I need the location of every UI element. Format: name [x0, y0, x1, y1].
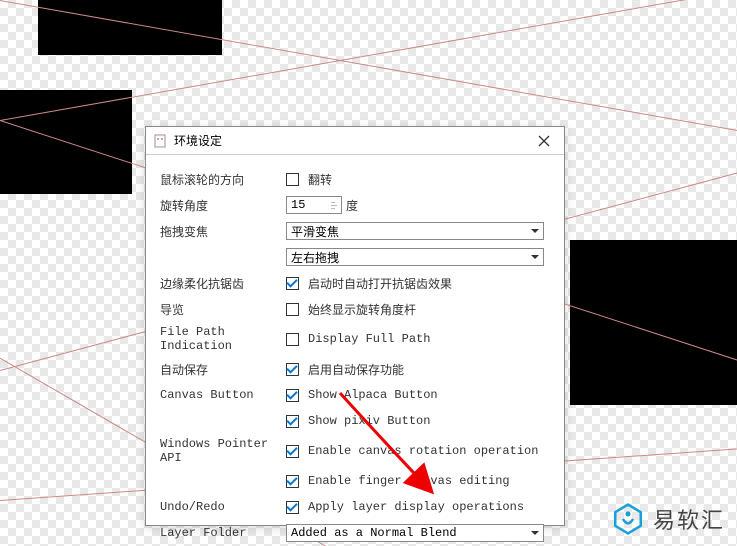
navi-label: 导览 — [156, 301, 286, 318]
dragzoom-label: 拖拽变焦 — [156, 223, 286, 240]
antialias-text: 启动时自动打开抗锯齿效果 — [308, 275, 452, 292]
antialias-label: 边缘柔化抗锯齿 — [156, 275, 286, 292]
rotation-text: Enable canvas rotation operation — [308, 444, 538, 458]
close-button[interactable] — [528, 129, 560, 153]
rotate-angle-input[interactable]: 15 — [286, 196, 342, 214]
undoredo-checkbox[interactable] — [286, 501, 299, 514]
filepath-checkbox[interactable] — [286, 333, 299, 346]
rotation-checkbox[interactable] — [286, 445, 299, 458]
autosave-checkbox[interactable] — [286, 363, 299, 376]
rotate-label: 旋转角度 — [156, 197, 286, 214]
rotate-unit: 度 — [346, 197, 358, 214]
layerfolder-select[interactable]: Added as a Normal Blend — [286, 524, 544, 542]
dialog-body: 鼠标滚轮的方向 翻转 旋转角度 15 度 拖拽变焦 平滑变焦 左右拖拽 — [146, 155, 564, 546]
close-icon — [538, 135, 550, 147]
mousewheel-label: 鼠标滚轮的方向 — [156, 171, 286, 188]
finger-text: Enable finger canvas editing — [308, 474, 510, 488]
dragdir-select[interactable]: 左右拖拽 — [286, 248, 544, 266]
finger-checkbox[interactable] — [286, 475, 299, 488]
dragzoom-select[interactable]: 平滑变焦 — [286, 222, 544, 240]
layerfolder-label: Layer Folder — [156, 526, 286, 540]
undoredo-text: Apply layer display operations — [308, 500, 524, 514]
environment-settings-dialog: 环境设定 鼠标滚轮的方向 翻转 旋转角度 15 度 拖拽变焦 平滑变焦 — [145, 126, 565, 526]
canvas-shape — [570, 240, 737, 405]
antialias-checkbox[interactable] — [286, 277, 299, 290]
mousewheel-flip-checkbox[interactable] — [286, 173, 299, 186]
dialog-title: 环境设定 — [174, 132, 528, 149]
alpaca-checkbox[interactable] — [286, 389, 299, 402]
watermark-icon — [611, 502, 645, 536]
pixiv-text: Show pixiv Button — [308, 414, 430, 428]
navi-checkbox[interactable] — [286, 303, 299, 316]
app-icon — [152, 133, 168, 149]
watermark: 易软汇 — [611, 502, 725, 536]
canvasbtn-label: Canvas Button — [156, 388, 286, 402]
filepath-label: File Path Indication — [156, 325, 286, 353]
undoredo-label: Undo/Redo — [156, 500, 286, 514]
autosave-label: 自动保存 — [156, 361, 286, 378]
autosave-text: 启用自动保存功能 — [308, 361, 404, 378]
navi-text: 始终显示旋转角度杆 — [308, 301, 416, 318]
pointer-label: Windows Pointer API — [156, 437, 286, 465]
mousewheel-flip-text: 翻转 — [308, 171, 332, 188]
watermark-text: 易软汇 — [653, 503, 725, 535]
filepath-text: Display Full Path — [308, 332, 430, 346]
alpaca-text: Show Alpaca Button — [308, 388, 438, 402]
titlebar[interactable]: 环境设定 — [146, 127, 564, 155]
canvas-shape — [38, 0, 222, 55]
pixiv-checkbox[interactable] — [286, 415, 299, 428]
